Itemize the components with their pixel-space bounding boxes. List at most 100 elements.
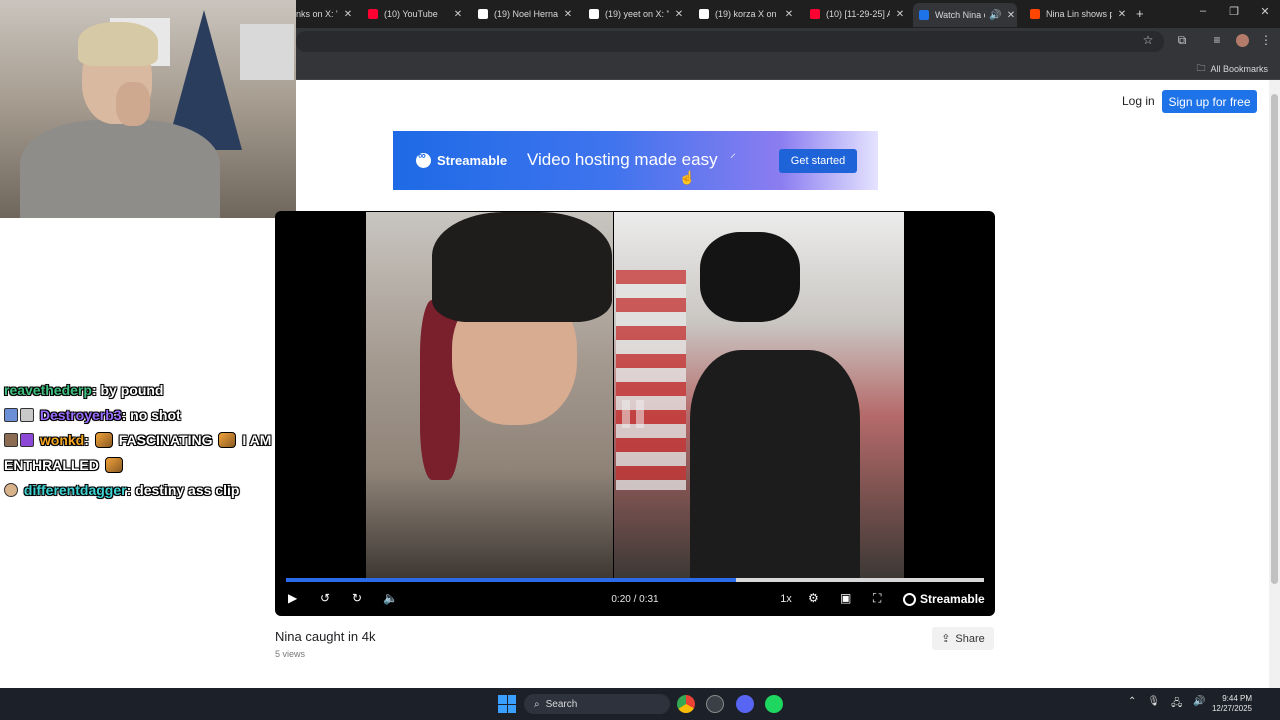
browser-tab[interactable]: (10) [11-29-25] A ✕: [804, 4, 906, 24]
banner-brand: Streamable: [437, 153, 508, 168]
play-icon[interactable]: ▶: [288, 591, 297, 605]
badge-icon: [4, 433, 18, 447]
chat-username: wonkd: [39, 432, 85, 448]
chrome-icon[interactable]: [677, 695, 695, 713]
browser-tab[interactable]: (19) korza X on X ✕: [693, 4, 795, 24]
streamer-hand: [116, 82, 150, 126]
tab-close-icon[interactable]: ✕: [342, 9, 354, 20]
tab-close-icon[interactable]: ✕: [783, 9, 795, 20]
video-subject-hat: [432, 212, 612, 322]
network-icon[interactable]: 🖧: [1171, 696, 1182, 713]
store-shelves: [616, 270, 686, 490]
share-button[interactable]: ⇪ Share: [932, 627, 994, 650]
rewind-icon[interactable]: ↺: [320, 591, 330, 605]
banner-logo: Streamable: [416, 150, 508, 168]
badge-icon: [4, 408, 18, 422]
chat-message: Destroyerb3: no shot: [4, 403, 294, 428]
webcam-window: [240, 24, 294, 80]
badge-icon: [20, 408, 34, 422]
tab-close-icon[interactable]: ✕: [562, 9, 574, 20]
fullscreen-icon[interactable]: ⛶: [873, 591, 881, 606]
close-window-button[interactable]: ✕: [1257, 5, 1273, 18]
streamable-logo-icon: [416, 150, 431, 168]
media-controls-icon[interactable]: ≡: [1209, 33, 1225, 47]
streamable-logo-icon: [903, 592, 916, 606]
all-bookmarks-button[interactable]: 🗀 All Bookmarks: [1196, 61, 1268, 77]
chat-username: reavethederp: [4, 382, 92, 398]
chat-text: no shot: [130, 407, 181, 423]
share-label: Share: [955, 632, 985, 645]
browser-tab[interactable]: (10) YouTube ✕: [362, 4, 464, 24]
pause-overlay-icon[interactable]: [622, 400, 648, 428]
browser-tab[interactable]: nks on X: " ✕: [296, 4, 354, 24]
webcam-overlay: [0, 0, 296, 218]
settings-gear-icon[interactable]: ⚙: [808, 591, 819, 605]
get-started-button[interactable]: Get started: [779, 149, 857, 173]
playback-speed-button[interactable]: 1x: [776, 593, 796, 605]
signup-button[interactable]: Sign up for free: [1162, 90, 1257, 113]
browser-tab[interactable]: Nina Lin shows p ✕: [1024, 4, 1128, 24]
tab-label: (10) [11-29-25] A: [826, 9, 890, 19]
chat-username: differentdagger: [23, 482, 127, 498]
clock-date: 12/27/2025: [1211, 704, 1252, 713]
emote-icon: [94, 432, 113, 448]
chat-message: wonkd: FASCINATING I AM ENTHRALLED: [4, 432, 272, 473]
new-tab-button[interactable]: +: [1136, 6, 1144, 21]
streamer-hair: [78, 22, 158, 66]
emote-icon: [104, 457, 123, 473]
menu-dots-icon[interactable]: ⋮: [1258, 33, 1274, 47]
tab-close-icon[interactable]: ✕: [452, 9, 464, 20]
address-bar[interactable]: [296, 31, 1164, 52]
tab-label: nks on X: ": [296, 9, 338, 19]
browser-tab[interactable]: (19) yeet on X: "N ✕: [583, 4, 685, 24]
tab-label: Nina Lin shows p: [1046, 9, 1112, 19]
sparkle-icon: ⸝: [730, 146, 737, 160]
video-subject-hat: [700, 232, 800, 322]
forward-icon[interactable]: ↻: [352, 591, 362, 605]
restore-button[interactable]: ❐: [1226, 5, 1242, 18]
badge-icon: [20, 433, 34, 447]
streamable-icon: [919, 10, 929, 20]
taskbar-clock[interactable]: 9:44 PM 12/27/2025: [1208, 694, 1252, 714]
tab-close-icon[interactable]: ✕: [894, 9, 906, 20]
view-count: 5 views: [275, 649, 306, 659]
share-icon: ⇪: [941, 633, 951, 645]
emote-icon: [218, 432, 237, 448]
chat-text: destiny ass clip: [135, 482, 240, 498]
chevron-up-icon[interactable]: ⌃: [1128, 696, 1136, 713]
login-link[interactable]: Log in: [1122, 94, 1155, 108]
windows-start-icon[interactable]: [498, 695, 516, 713]
picture-in-picture-icon[interactable]: ▣: [840, 591, 851, 605]
video-brand-label: Streamable: [920, 592, 985, 606]
minimize-button[interactable]: –: [1195, 5, 1211, 17]
discord-icon[interactable]: [736, 695, 754, 713]
tab-close-icon[interactable]: ✕: [1116, 9, 1128, 20]
system-tray: ⌃ 🎙 🖧 🔊: [1128, 696, 1206, 713]
tab-close-icon[interactable]: ✕: [1005, 10, 1017, 21]
taskbar-search[interactable]: ⌕ Search: [524, 694, 670, 714]
microphone-icon[interactable]: 🎙: [1147, 696, 1160, 713]
tab-audio-icon[interactable]: 🔊: [989, 10, 1001, 21]
profile-avatar[interactable]: [1236, 34, 1249, 47]
video-brand[interactable]: Streamable: [903, 592, 985, 606]
bookmark-star-icon[interactable]: ☆: [1140, 33, 1156, 47]
video-subject-body: [690, 350, 860, 580]
browser-tab[interactable]: Watch Nina c 🔊 ✕: [913, 3, 1017, 27]
speaker-icon[interactable]: 🔊: [1193, 696, 1205, 713]
browser-tab[interactable]: (19) Noel Hernan ✕: [472, 4, 574, 24]
badge-icon: [4, 483, 18, 497]
time-readout: 0:20 / 0:31: [611, 594, 659, 605]
chat-overlay: reavethederp: by pound Destroyerb3: no s…: [4, 378, 294, 503]
scrollbar-thumb[interactable]: [1271, 94, 1278, 584]
obs-icon[interactable]: [706, 695, 724, 713]
spotify-icon[interactable]: [765, 695, 783, 713]
tab-close-icon[interactable]: ✕: [673, 9, 685, 20]
chat-text: FASCINATING: [118, 432, 213, 448]
chat-message: differentdagger: destiny ass clip: [4, 478, 294, 503]
clock-time: 9:44 PM: [1222, 694, 1252, 703]
youtube-icon: [810, 9, 820, 19]
progress-bar-fill: [286, 578, 736, 582]
extensions-icon[interactable]: ⧉: [1174, 33, 1190, 48]
banner-tagline: Video hosting made easy: [527, 150, 718, 169]
volume-icon[interactable]: 🔈: [383, 591, 398, 605]
